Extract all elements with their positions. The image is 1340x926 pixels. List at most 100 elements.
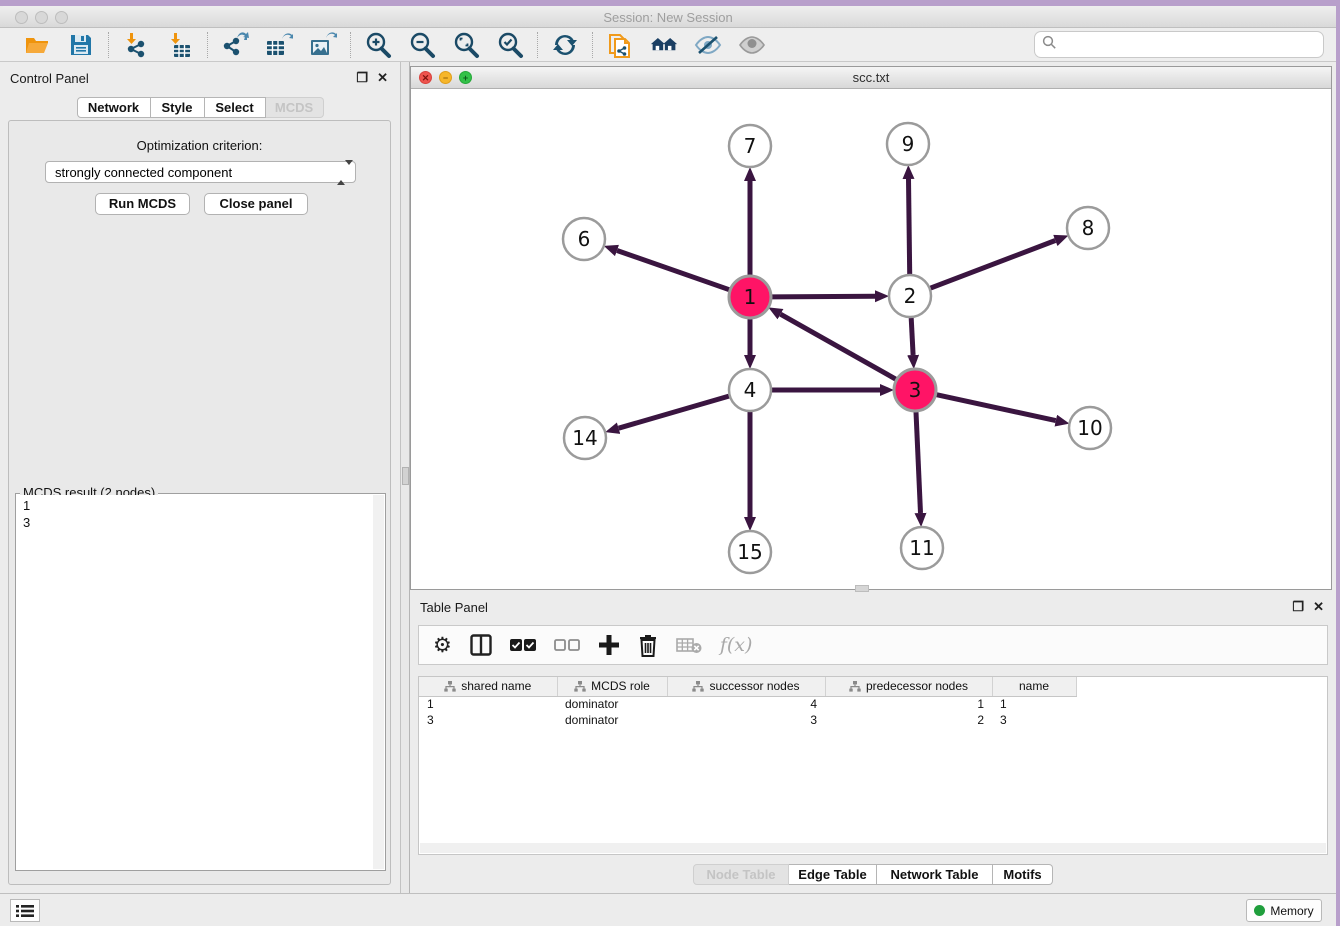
- list-icon: [16, 904, 34, 918]
- tab-motifs[interactable]: Motifs: [993, 864, 1053, 885]
- deselect-all-icon[interactable]: [554, 632, 580, 658]
- table-cell[interactable]: dominator: [557, 696, 667, 712]
- tab-select[interactable]: Select: [205, 97, 266, 118]
- zoom-selected-icon[interactable]: [496, 31, 524, 59]
- search-field[interactable]: [1034, 31, 1324, 58]
- horizontal-splitter-grip[interactable]: [855, 585, 869, 592]
- float-panel-icon[interactable]: ❐: [356, 71, 368, 85]
- import-table-icon[interactable]: [166, 31, 194, 59]
- column-header-predecessor-nodes[interactable]: predecessor nodes: [825, 677, 992, 696]
- column-header-successor-nodes[interactable]: successor nodes: [667, 677, 825, 696]
- criterion-select[interactable]: strongly connected component: [45, 161, 356, 183]
- table-tabs: Node Table Edge Table Network Table Moti…: [410, 864, 1336, 885]
- zoom-fit-icon[interactable]: [452, 31, 480, 59]
- table-cell[interactable]: 1: [419, 696, 557, 712]
- table-panel-title: Table Panel: [420, 600, 488, 615]
- graph-edge[interactable]: [781, 314, 896, 379]
- graph-edge[interactable]: [619, 396, 729, 428]
- graph-edge[interactable]: [617, 251, 729, 290]
- tab-style[interactable]: Style: [151, 97, 205, 118]
- mcds-result-line: 3: [23, 514, 373, 531]
- window-titlebar: Session: New Session: [0, 6, 1336, 28]
- zoom-out-icon[interactable]: [408, 31, 436, 59]
- table-cell[interactable]: 3: [667, 712, 825, 728]
- attribute-table: shared name MCDS role successor nodes pr…: [419, 677, 1077, 728]
- table-cell[interactable]: 1: [825, 696, 992, 712]
- function-icon[interactable]: f(x): [720, 632, 753, 658]
- graph-edge[interactable]: [937, 395, 1056, 421]
- zoom-in-icon[interactable]: [364, 31, 392, 59]
- table-cell[interactable]: 4: [667, 696, 825, 712]
- trash-icon[interactable]: [638, 632, 658, 658]
- graph-node-label: 3: [909, 378, 922, 402]
- window-title: Session: New Session: [0, 10, 1336, 25]
- mcds-panel: Optimization criterion: strongly connect…: [8, 120, 391, 885]
- graph-node-label: 10: [1077, 416, 1102, 440]
- export-network-icon[interactable]: [221, 31, 249, 59]
- tab-network-table[interactable]: Network Table: [877, 864, 993, 885]
- table-cell[interactable]: 2: [825, 712, 992, 728]
- network-view-title: scc.txt: [411, 70, 1331, 85]
- export-image-icon[interactable]: [309, 31, 337, 59]
- close-panel-icon[interactable]: ✕: [1313, 600, 1324, 614]
- table-row[interactable]: 3dominator323: [419, 712, 1076, 728]
- run-mcds-button[interactable]: Run MCDS: [95, 193, 190, 215]
- tab-network[interactable]: Network: [77, 97, 151, 118]
- show-eye-icon[interactable]: [738, 31, 766, 59]
- scrollbar-track[interactable]: [373, 495, 384, 869]
- tab-edge-table[interactable]: Edge Table: [789, 864, 877, 885]
- splitter-grip[interactable]: [402, 467, 409, 485]
- network-file-icon[interactable]: [606, 31, 634, 59]
- hide-eye-icon[interactable]: [694, 31, 722, 59]
- search-input[interactable]: [1057, 37, 1323, 52]
- network-window-titlebar[interactable]: ✕ − + scc.txt: [411, 67, 1331, 89]
- column-header-shared-name[interactable]: shared name: [419, 677, 557, 696]
- table-panel: Table Panel ❐ ✕ ⚙ f(x): [410, 597, 1336, 893]
- graph-edge[interactable]: [909, 179, 910, 274]
- tab-mcds[interactable]: MCDS: [266, 97, 324, 118]
- table-panel-header: Table Panel ❐ ✕: [410, 599, 1336, 617]
- mcds-result-text[interactable]: 1 3: [17, 495, 373, 869]
- column-header-name[interactable]: name: [992, 677, 1076, 696]
- memory-label: Memory: [1270, 904, 1313, 918]
- select-all-icon[interactable]: [510, 632, 536, 658]
- add-icon[interactable]: [598, 632, 620, 658]
- graph-edge[interactable]: [931, 241, 1056, 289]
- table-cell[interactable]: 3: [992, 712, 1076, 728]
- graph-node-label: 2: [904, 284, 917, 308]
- graph-edge[interactable]: [911, 318, 913, 355]
- memory-button[interactable]: Memory: [1246, 899, 1322, 922]
- memory-status-icon: [1254, 905, 1265, 916]
- refresh-icon[interactable]: [551, 31, 579, 59]
- close-panel-button[interactable]: Close panel: [204, 193, 308, 215]
- delete-table-icon[interactable]: [676, 632, 702, 658]
- scrollbar-track[interactable]: [420, 843, 1326, 853]
- save-icon[interactable]: [67, 31, 95, 59]
- graph-svg[interactable]: 7968124314101511: [411, 89, 1331, 589]
- graph-node-label: 9: [902, 132, 915, 156]
- table-cell[interactable]: 1: [992, 696, 1076, 712]
- table-cell[interactable]: 3: [419, 712, 557, 728]
- table-row[interactable]: 1dominator411: [419, 696, 1076, 712]
- float-panel-icon[interactable]: ❐: [1292, 600, 1304, 614]
- export-table-icon[interactable]: [265, 31, 293, 59]
- mcds-result-box: MCDS result (2 nodes) 1 3: [15, 493, 386, 871]
- graph-edge[interactable]: [916, 412, 921, 513]
- hierarchy-icon: [444, 681, 456, 692]
- import-network-icon[interactable]: [122, 31, 150, 59]
- task-history-button[interactable]: [10, 899, 40, 922]
- split-columns-icon[interactable]: [470, 632, 492, 658]
- close-panel-icon[interactable]: ✕: [377, 71, 388, 85]
- open-icon[interactable]: [23, 31, 51, 59]
- tab-node-table[interactable]: Node Table: [693, 864, 789, 885]
- column-header-mcds-role[interactable]: MCDS role: [557, 677, 667, 696]
- home-icon[interactable]: [650, 31, 678, 59]
- graph-node-label: 11: [909, 536, 934, 560]
- table-header-row: shared name MCDS role successor nodes pr…: [419, 677, 1076, 696]
- graph-node-label: 15: [737, 540, 762, 564]
- gear-icon[interactable]: ⚙: [433, 632, 452, 658]
- optimization-criterion-label: Optimization criterion:: [9, 138, 390, 153]
- graph-edge[interactable]: [772, 296, 875, 297]
- vertical-splitter[interactable]: [400, 62, 410, 893]
- table-cell[interactable]: dominator: [557, 712, 667, 728]
